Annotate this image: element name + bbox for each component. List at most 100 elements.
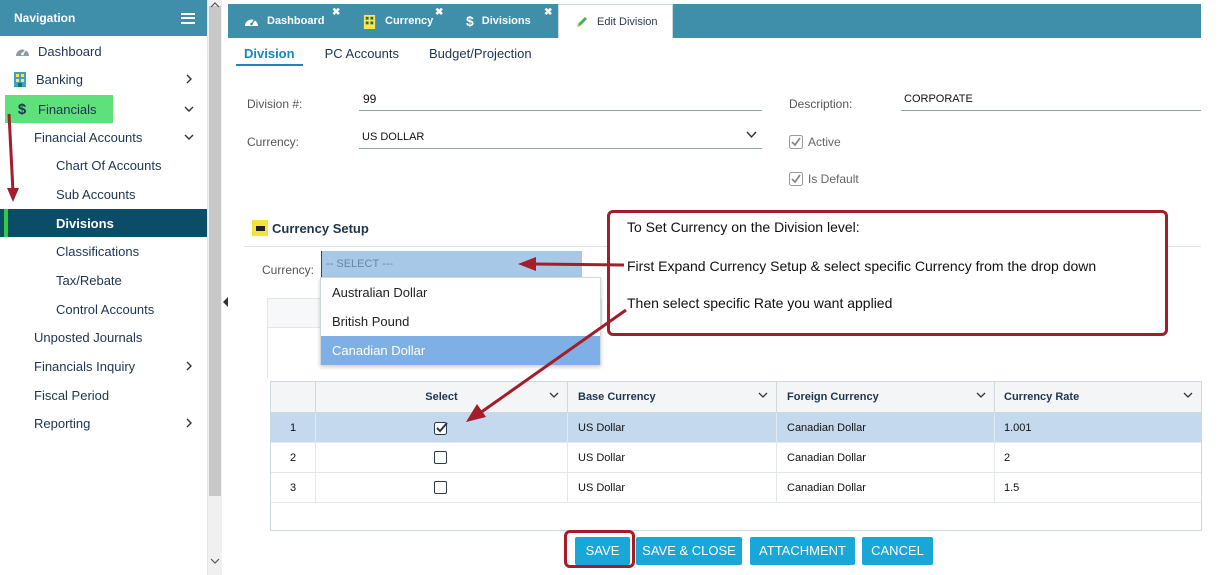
sidebar-item-label: Divisions xyxy=(56,215,114,231)
sidebar-item-sub-accounts[interactable]: Sub Accounts xyxy=(0,180,207,208)
subtab-division[interactable]: Division xyxy=(236,44,303,66)
currency-select-dropdown[interactable]: -- SELECT --- xyxy=(321,251,582,277)
sidebar-item-label: Financials Inquiry xyxy=(34,358,136,374)
building-icon xyxy=(12,71,28,87)
annotation-arrow-down xyxy=(7,113,19,202)
currency-options-list: Australian Dollar British Pound Canadian… xyxy=(320,277,601,365)
sidebar-item-banking[interactable]: Banking xyxy=(0,65,207,93)
chevron-down-icon xyxy=(184,106,194,112)
hamburger-menu-icon[interactable] xyxy=(181,12,195,24)
base-currency-cell: US Dollar xyxy=(567,473,776,503)
sidebar-item-label: Fiscal Period xyxy=(34,387,110,403)
column-header-base-currency[interactable]: Base Currency xyxy=(567,382,776,413)
sidebar-item-control-accounts[interactable]: Control Accounts xyxy=(0,295,207,323)
column-header-select[interactable]: Select xyxy=(315,382,567,413)
chevron-down-icon[interactable] xyxy=(758,392,768,399)
sidebar-item-label: Sub Accounts xyxy=(56,186,136,202)
column-header-currency-rate[interactable]: Currency Rate xyxy=(994,382,1201,413)
collapse-icon[interactable] xyxy=(252,220,268,236)
sidebar-item-dashboard[interactable]: Dashboard xyxy=(0,37,207,65)
close-icon[interactable]: ✖ xyxy=(435,7,443,18)
callout-line-2: First Expand Currency Setup & select spe… xyxy=(627,258,1097,274)
sidebar-item-label: Reporting xyxy=(34,415,91,431)
sidebar-item-financials-inquiry[interactable]: Financials Inquiry xyxy=(0,352,207,380)
sidebar-item-label: Banking xyxy=(36,71,83,87)
save-and-close-button[interactable]: SAVE & CLOSE xyxy=(636,537,742,565)
scroll-down-icon[interactable] xyxy=(210,558,220,564)
division-number-underline xyxy=(359,110,762,111)
chevron-down-icon xyxy=(184,134,194,140)
checkbox-checked-icon[interactable] xyxy=(789,135,803,149)
column-label: Foreign Currency xyxy=(787,391,879,403)
scroll-up-icon[interactable] xyxy=(210,2,220,8)
sidebar-item-unposted-journals[interactable]: Unposted Journals xyxy=(0,323,207,351)
tab-edit-division[interactable]: Edit Division xyxy=(558,4,673,38)
currency-setup-header[interactable]: Currency Setup xyxy=(252,220,369,236)
sidebar-item-fiscal-period[interactable]: Fiscal Period xyxy=(0,381,207,409)
tab-currency[interactable]: Currency ✖ xyxy=(346,4,450,38)
checkbox-unchecked[interactable] xyxy=(434,481,447,494)
option-australian-dollar[interactable]: Australian Dollar xyxy=(321,278,600,307)
currency-rate-cell: 2 xyxy=(994,443,1201,473)
column-label: Currency Rate xyxy=(1004,391,1080,403)
currency-rate-grid: Select Base Currency Foreign Currency Cu… xyxy=(270,381,1202,531)
chevron-down-icon[interactable] xyxy=(549,392,559,399)
checkbox-checked-icon[interactable] xyxy=(434,421,449,436)
sidebar-scrollbar-thumb[interactable] xyxy=(209,6,221,496)
tab-label: Currency xyxy=(385,15,434,27)
tab-divisions[interactable]: $ Divisions ✖ xyxy=(450,4,558,38)
currency-rate-cell: 1.001 xyxy=(994,413,1201,443)
option-canadian-dollar[interactable]: Canadian Dollar xyxy=(321,336,600,365)
currency-dropdown[interactable]: US DOLLAR xyxy=(362,131,424,143)
tab-label: Divisions xyxy=(481,15,531,27)
attachment-button[interactable]: ATTACHMENT xyxy=(750,537,855,565)
sidebar-item-chart-of-accounts[interactable]: Chart Of Accounts xyxy=(0,151,207,179)
tab-label: Edit Division xyxy=(597,15,658,28)
collapse-sidebar-icon[interactable] xyxy=(223,297,229,307)
currency-rate-cell: 1.5 xyxy=(994,473,1201,503)
sidebar-item-label: Control Accounts xyxy=(56,301,155,317)
navigation-sidebar: Navigation Dashboard Banking $ Financial… xyxy=(0,0,208,575)
description-field[interactable]: CORPORATE xyxy=(904,93,973,105)
sidebar-item-tax-rebate[interactable]: Tax/Rebate xyxy=(0,266,207,294)
sidebar-item-label: Classifications xyxy=(56,243,140,259)
tab-dashboard[interactable]: Dashboard ✖ xyxy=(228,4,346,38)
checkbox-unchecked[interactable] xyxy=(434,451,447,464)
foreign-currency-cell: Canadian Dollar xyxy=(776,413,994,443)
close-icon[interactable]: ✖ xyxy=(332,7,340,18)
chevron-down-icon[interactable] xyxy=(976,392,986,399)
active-checkbox-row[interactable]: Active xyxy=(789,135,841,149)
chevron-down-icon[interactable] xyxy=(1183,392,1193,399)
is-default-checkbox-row[interactable]: Is Default xyxy=(789,172,859,186)
description-underline xyxy=(901,110,1201,111)
sidebar-item-financial-accounts[interactable]: Financial Accounts xyxy=(0,123,207,151)
option-british-pound[interactable]: British Pound xyxy=(321,307,600,336)
gauge-icon xyxy=(14,43,30,59)
division-number-field[interactable]: 99 xyxy=(363,92,376,106)
currency-label: Currency: xyxy=(247,135,300,149)
table-row[interactable]: 2 US Dollar Canadian Dollar 2 xyxy=(271,443,1201,473)
sidebar-item-divisions[interactable]: Divisions xyxy=(0,209,207,237)
base-currency-cell: US Dollar xyxy=(567,443,776,473)
chevron-down-icon[interactable] xyxy=(746,131,757,139)
sidebar-item-classifications[interactable]: Classifications xyxy=(0,237,207,265)
setup-currency-label: Currency: xyxy=(262,263,315,277)
select-cell xyxy=(315,413,567,443)
checkbox-checked-icon[interactable] xyxy=(789,172,803,186)
table-row[interactable]: 3 US Dollar Canadian Dollar 1.5 xyxy=(271,473,1201,503)
cancel-button[interactable]: CANCEL xyxy=(862,537,933,565)
table-row[interactable]: 1 US Dollar Canadian Dollar 1.001 xyxy=(271,413,1201,443)
column-header-foreign-currency[interactable]: Foreign Currency xyxy=(776,382,994,413)
sidebar-item-label: Financial Accounts xyxy=(34,129,143,145)
save-annotation-outline xyxy=(564,530,635,568)
instruction-callout: To Set Currency on the Division level: F… xyxy=(607,210,1168,336)
subtab-budget-projection[interactable]: Budget/Projection xyxy=(429,44,540,66)
sidebar-item-reporting[interactable]: Reporting xyxy=(0,409,207,437)
subtab-pc-accounts[interactable]: PC Accounts xyxy=(325,44,407,66)
sidebar-item-financials[interactable]: $ Financials xyxy=(0,95,207,123)
base-currency-cell: US Dollar xyxy=(567,413,776,443)
navigation-header: Navigation xyxy=(0,0,207,36)
close-icon[interactable]: ✖ xyxy=(544,7,552,18)
currency-underline xyxy=(359,148,762,149)
dollar-icon: $ xyxy=(466,13,474,29)
